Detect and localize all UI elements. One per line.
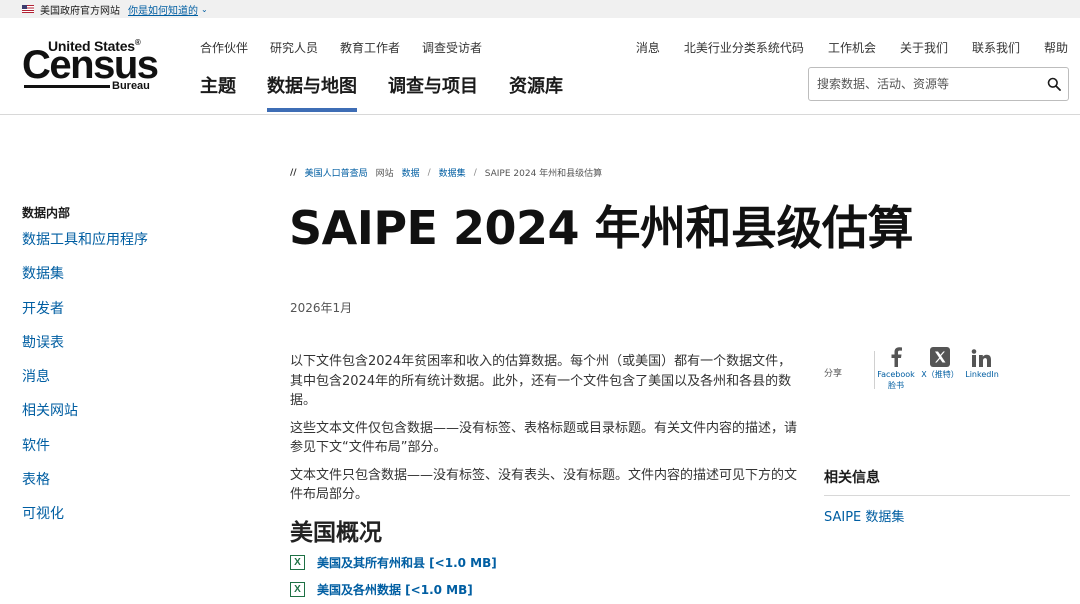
excel-icon: X: [290, 555, 305, 570]
file-link-label[interactable]: 美国及其所有州和县 [<1.0 MB]: [317, 554, 497, 571]
sidebar-item-related-sites[interactable]: 相关网站: [22, 401, 242, 435]
right-nav-help[interactable]: 帮助: [1044, 39, 1068, 56]
breadcrumb-current: SAIPE 2024 年州和县级估算: [484, 169, 603, 179]
file-link-us-states-counties[interactable]: X 美国及其所有州和县 [<1.0 MB]: [290, 554, 497, 571]
main-nav-data-maps[interactable]: 数据与地图: [267, 72, 357, 112]
sidebar-item-developers[interactable]: 开发者: [22, 299, 242, 333]
page-title: SAIPE 2024 年州和县级估算: [289, 201, 914, 255]
paragraph: 文本文件只包含数据——没有标签、没有表头、没有标题。文件内容的描述可见下方的文件…: [290, 467, 798, 503]
utility-nav-educators[interactable]: 教育工作者: [340, 39, 400, 56]
main-nav-library[interactable]: 资源库: [509, 72, 563, 112]
site-header: United States® Census Bureau 合作伙伴 研究人员 教…: [0, 18, 1080, 115]
excel-icon: X: [290, 582, 305, 597]
sidebar-item-visualizations[interactable]: 可视化: [22, 504, 242, 538]
right-nav-contact[interactable]: 联系我们: [972, 39, 1020, 56]
publication-date: 2026年1月: [290, 301, 353, 315]
linkedin-icon[interactable]: [971, 343, 993, 367]
sidebar-item-software[interactable]: 软件: [22, 436, 242, 470]
share-label: 分享: [824, 369, 843, 379]
sidebar-item-tables[interactable]: 表格: [22, 470, 242, 504]
share-x[interactable]: X（推特）: [918, 343, 962, 380]
section-title: 美国概况: [290, 519, 382, 546]
share-linkedin[interactable]: LinkedIn: [964, 343, 1000, 380]
logo-underline: [24, 85, 110, 88]
census-logo[interactable]: United States® Census Bureau: [22, 38, 162, 94]
share-linkedin-label: LinkedIn: [965, 370, 999, 379]
file-link-label[interactable]: 美国及各州数据 [<1.0 MB]: [317, 581, 473, 598]
breadcrumb-separator: /: [427, 167, 431, 178]
gov-banner-text: 美国政府官方网站: [40, 5, 120, 17]
right-nav: 消息 北美行业分类系统代码 工作机会 关于我们 联系我们 帮助: [636, 39, 1068, 56]
share-facebook-label: Facebook 脸书: [877, 370, 915, 390]
search-input[interactable]: [809, 68, 1040, 100]
us-flag-icon: [22, 5, 34, 13]
paragraph: 这些文本文件仅包含数据——没有标签、表格标题或目录标题。有关文件内容的描述，请参…: [290, 420, 798, 456]
sidebar-item-data-tools[interactable]: 数据工具和应用程序: [22, 230, 242, 264]
paragraph: 以下文件包含2024年贫困率和收入的估算数据。每个州（或美国）都有一个数据文件，…: [290, 354, 792, 408]
utility-nav-respondents[interactable]: 调查受访者: [422, 39, 482, 56]
share-facebook[interactable]: Facebook 脸书: [877, 343, 915, 391]
related-info-title: 相关信息: [824, 470, 880, 486]
logo-census: Census: [22, 43, 159, 87]
related-link-saipe-datasets[interactable]: SAIPE 数据集: [824, 506, 904, 525]
right-nav-news[interactable]: 消息: [636, 39, 660, 56]
utility-nav-researchers[interactable]: 研究人员: [270, 39, 318, 56]
sidebar-heading: 数据内部: [22, 206, 71, 220]
breadcrumb-census[interactable]: 美国人口普查局: [305, 166, 368, 179]
right-nav-naics[interactable]: 北美行业分类系统代码: [684, 39, 804, 56]
main-content: 以下文件包含2024年贫困率和收入的估算数据。每个州（或美国）都有一个数据文件，…: [290, 352, 800, 513]
utility-nav-partners[interactable]: 合作伙伴: [200, 39, 248, 56]
breadcrumb-site: 网站: [375, 169, 394, 179]
main-nav-topics[interactable]: 主题: [200, 72, 236, 112]
chevron-down-icon[interactable]: ⌄: [201, 5, 208, 14]
breadcrumb-data[interactable]: 数据: [402, 166, 420, 179]
file-link-us-states[interactable]: X 美国及各州数据 [<1.0 MB]: [290, 581, 473, 598]
search-box: [808, 67, 1069, 101]
breadcrumb-lead: //: [290, 167, 297, 178]
share-x-label: X（推特）: [921, 370, 959, 379]
breadcrumb: // 美国人口普查局 网站 数据 / 数据集 / SAIPE 2024 年州和县…: [290, 166, 603, 180]
right-nav-jobs[interactable]: 工作机会: [828, 39, 876, 56]
logo-bureau: Bureau: [112, 80, 150, 92]
share-divider: [874, 351, 875, 389]
search-icon[interactable]: [1040, 70, 1068, 98]
related-divider: [824, 495, 1070, 496]
sidebar-item-news[interactable]: 消息: [22, 367, 242, 401]
right-nav-about[interactable]: 关于我们: [900, 39, 948, 56]
breadcrumb-datasets[interactable]: 数据集: [439, 166, 466, 179]
gov-banner: 美国政府官方网站 你是如何知道的 ⌄: [0, 0, 1080, 18]
utility-nav: 合作伙伴 研究人员 教育工作者 调查受访者: [200, 39, 482, 56]
main-nav-surveys[interactable]: 调查与项目: [388, 72, 478, 112]
sidebar-item-errata[interactable]: 勘误表: [22, 333, 242, 367]
sidebar: 数据内部 数据工具和应用程序 数据集 开发者 勘误表 消息 相关网站 软件 表格…: [22, 204, 242, 539]
facebook-icon[interactable]: [890, 343, 902, 367]
breadcrumb-separator: /: [473, 167, 477, 178]
main-nav: 主题 数据与地图 调查与项目 资源库: [200, 72, 563, 112]
sidebar-item-datasets[interactable]: 数据集: [22, 264, 242, 298]
gov-banner-link[interactable]: 你是如何知道的: [128, 2, 198, 17]
x-icon[interactable]: [930, 343, 950, 367]
